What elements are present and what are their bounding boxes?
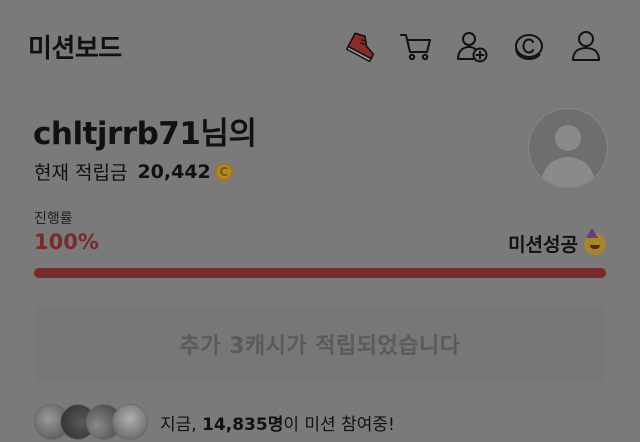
coin-c-icon-graphic bbox=[515, 34, 543, 61]
mission-status: 미션성공 bbox=[508, 227, 606, 257]
app-title: 미션보드 bbox=[28, 34, 122, 64]
participants-suffix: 이 미션 참여중! bbox=[283, 414, 395, 435]
avatar-head bbox=[555, 125, 581, 151]
username-greeting: chltjrrb71님의 bbox=[33, 116, 257, 152]
participants-text: 지금, 14,835명이 미션 참여중! bbox=[160, 410, 395, 435]
user-icon-graphic bbox=[572, 31, 600, 61]
participants-count: 14,835명 bbox=[202, 414, 284, 435]
cart-icon-graphic bbox=[400, 34, 431, 61]
shoe-icon[interactable] bbox=[342, 26, 382, 66]
party-face-icon bbox=[584, 227, 606, 255]
progress-label: 진행률 bbox=[34, 211, 73, 227]
progress-value: 100% bbox=[34, 230, 99, 254]
user-icon[interactable] bbox=[566, 26, 606, 66]
avatar[interactable] bbox=[528, 108, 608, 188]
coin-c-icon[interactable] bbox=[508, 26, 548, 66]
add-user-icon[interactable] bbox=[452, 26, 492, 66]
avatar-body bbox=[541, 157, 595, 187]
header: 미션보드 bbox=[0, 0, 640, 92]
cart-icon[interactable] bbox=[396, 26, 436, 66]
balance-label: 현재 적립금 bbox=[34, 162, 128, 184]
participants-row: 지금, 14,835명이 미션 참여중! bbox=[34, 402, 395, 442]
balance-line: 현재 적립금 20,442 C bbox=[34, 158, 233, 185]
mission-board-page: 미션보드 chltjrrb71님의 현재 적립금 20,442 C 진행률 10… bbox=[0, 0, 640, 440]
participants-prefix: 지금, bbox=[160, 414, 197, 435]
participant-avatar bbox=[112, 404, 148, 440]
reward-message: 추가 3캐시가 적립되었습니다 bbox=[179, 334, 461, 359]
mission-status-label: 미션성공 bbox=[508, 234, 578, 256]
add-user-icon-graphic bbox=[457, 32, 488, 63]
progress-bar-fill bbox=[34, 268, 606, 278]
balance-value: 20,442 bbox=[137, 160, 211, 183]
progress-bar bbox=[34, 268, 606, 278]
shoe-icon-graphic bbox=[345, 32, 375, 63]
reward-message-box: 추가 3캐시가 적립되었습니다 bbox=[34, 306, 606, 382]
coin-icon: C bbox=[214, 162, 233, 181]
